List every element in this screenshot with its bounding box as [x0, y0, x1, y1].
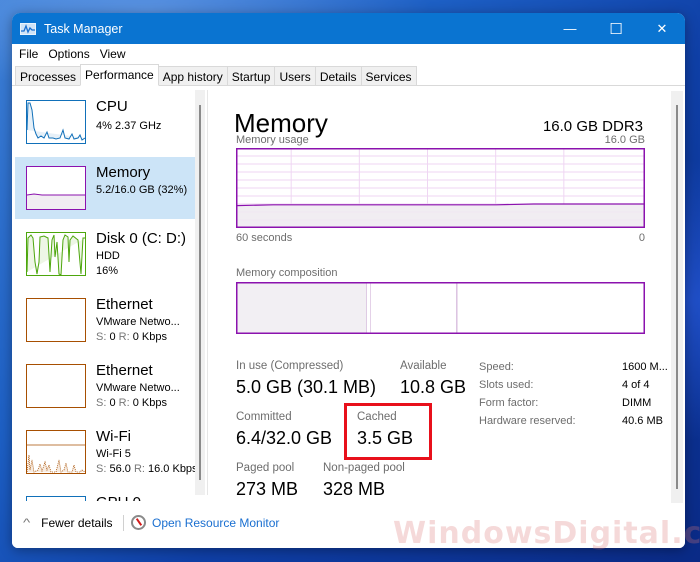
task-manager-window: Task Manager — ☐ ✕ File Options View Pro…	[12, 13, 685, 548]
non-paged-pool-value: 328 MB	[323, 479, 386, 499]
cpu-mini-graph	[26, 100, 86, 144]
sidebar-item-disk[interactable]: Disk 0 (C: D:) HDD 16%	[15, 223, 196, 285]
main-scrollbar-thumb[interactable]	[676, 105, 678, 489]
menu-file[interactable]: File	[16, 47, 45, 61]
sidebar-wifi-throughput: S: 56.0 R: 16.0 Kbps	[96, 463, 198, 475]
open-resource-monitor-label: Open Resource Monitor	[152, 515, 280, 530]
chevron-up-icon: ^	[22, 517, 31, 529]
sidebar-item-cpu[interactable]: CPU 4% 2.37 GHz	[15, 91, 196, 153]
tab-performance[interactable]: Performance	[80, 64, 159, 86]
memory-mini-graph	[26, 166, 86, 210]
wifi-mini-graph	[26, 430, 86, 474]
sidebar-disk-type: HDD	[96, 250, 120, 262]
sidebar-ethernet-2-adapter: VMware Netwo...	[96, 382, 180, 394]
sidebar-item-gpu[interactable]: GPU 0	[15, 487, 196, 501]
usage-area	[236, 204, 645, 228]
memory-details-panel: Memory 16.0 GB DDR3 Memory usage 16.0 GB…	[217, 86, 668, 501]
close-button[interactable]: ✕	[639, 13, 685, 44]
menu-options[interactable]: Options	[45, 47, 96, 61]
sidebar-ethernet-1-adapter: VMware Netwo...	[96, 316, 180, 328]
sidebar-disk-title: Disk 0 (C: D:)	[96, 230, 186, 247]
sidebar-item-ethernet-2[interactable]: Ethernet VMware Netwo... S: 0 R: 0 Kbps	[15, 355, 196, 417]
memory-usage-label: Memory usage	[236, 134, 309, 146]
resource-monitor-icon	[131, 515, 146, 530]
composition-in-use-segment	[236, 282, 367, 334]
sidebar-scrollbar-thumb[interactable]	[199, 105, 201, 480]
hardware-reserved-value: 40.6 MB	[622, 415, 663, 427]
time-axis-right-label: 0	[638, 232, 645, 244]
tab-strip: Processes Performance App history Startu…	[12, 64, 685, 86]
disk-mini-graph	[26, 232, 86, 276]
watermark: WindowsDigital.com	[393, 516, 700, 551]
sidebar-ethernet-1-title: Ethernet	[96, 296, 153, 313]
menu-bar: File Options View	[12, 44, 685, 64]
close-icon: ✕	[656, 20, 668, 36]
task-manager-app-icon	[20, 22, 36, 35]
time-axis-left-label: 60 seconds	[236, 232, 293, 244]
open-resource-monitor-link[interactable]: Open Resource Monitor	[131, 515, 279, 530]
sidebar-memory-usage: 5.2/16.0 GB (32%)	[96, 184, 188, 196]
sidebar-scrollbar[interactable]	[195, 90, 205, 495]
committed-label: Committed	[236, 411, 292, 423]
sidebar-cpu-usage: 4% 2.37 GHz	[96, 120, 162, 132]
ethernet-1-mini-graph	[26, 298, 86, 342]
memory-spec: 16.0 GB DDR3	[542, 118, 643, 135]
available-value: 10.8 GB	[400, 377, 467, 397]
speed-label: Speed:	[479, 361, 514, 373]
sidebar-wifi-title: Wi-Fi	[96, 428, 131, 445]
title-bar: Task Manager — ☐ ✕	[12, 13, 685, 44]
in-use-value: 5.0 GB (30.1 MB)	[236, 377, 377, 397]
footer-separator	[123, 515, 124, 531]
sidebar-disk-usage: 16%	[96, 265, 119, 277]
maximize-icon: ☐	[609, 20, 623, 38]
tab-processes[interactable]: Processes	[15, 66, 82, 85]
sidebar-cpu-title: CPU	[96, 98, 128, 115]
tab-users[interactable]: Users	[274, 66, 316, 85]
available-label: Available	[400, 360, 447, 372]
panel-divider	[207, 90, 208, 495]
sidebar-gpu-title: GPU 0	[96, 494, 141, 501]
form-factor-value: DIMM	[622, 397, 652, 409]
fewer-details-button[interactable]: ^ Fewer details	[22, 516, 113, 530]
memory-usage-graph	[236, 148, 645, 228]
maximize-button[interactable]: ☐	[593, 13, 639, 44]
tab-details[interactable]: Details	[314, 66, 362, 85]
window-title: Task Manager	[44, 21, 123, 36]
form-factor-label: Form factor:	[479, 397, 539, 409]
cached-highlight-annotation	[344, 403, 432, 460]
minimize-icon: —	[563, 21, 577, 36]
sidebar-item-wifi[interactable]: Wi-Fi Wi-Fi 5 S: 56.0 R: 16.0 Kbps	[15, 421, 198, 483]
ethernet-2-mini-graph	[26, 364, 86, 408]
slots-used-label: Slots used:	[479, 379, 534, 391]
speed-value: 1600 M...	[622, 361, 668, 373]
sidebar-item-memory[interactable]: Memory 5.2/16.0 GB (32%)	[15, 157, 196, 219]
committed-value: 6.4/32.0 GB	[236, 428, 333, 448]
non-paged-pool-label: Non-paged pool	[323, 462, 405, 474]
resource-sidebar: CPU 4% 2.37 GHz Memory 5.2/16.0 GB (32%)	[15, 90, 200, 501]
slots-used-value: 4 of 4	[622, 379, 650, 391]
sidebar-memory-title: Memory	[96, 164, 151, 181]
sidebar-ethernet-2-throughput: S: 0 R: 0 Kbps	[96, 397, 167, 409]
memory-usage-max: 16.0 GB	[604, 134, 645, 146]
composition-modified-segment	[366, 282, 371, 334]
menu-view[interactable]: View	[97, 47, 133, 61]
sidebar-ethernet-1-throughput: S: 0 R: 0 Kbps	[96, 331, 167, 343]
paged-pool-value: 273 MB	[236, 479, 299, 499]
gpu-mini-graph	[26, 496, 86, 501]
tab-app-history[interactable]: App history	[157, 66, 228, 85]
sidebar-wifi-adapter: Wi-Fi 5	[96, 448, 131, 460]
composition-standby-segment	[370, 282, 457, 334]
hardware-reserved-label: Hardware reserved:	[479, 415, 576, 427]
tab-services[interactable]: Services	[360, 66, 417, 85]
tab-startup[interactable]: Startup	[226, 66, 276, 85]
minimize-button[interactable]: —	[547, 13, 593, 44]
sidebar-item-ethernet-1[interactable]: Ethernet VMware Netwo... S: 0 R: 0 Kbps	[15, 289, 196, 351]
in-use-label: In use (Compressed)	[236, 360, 344, 372]
memory-composition-graph	[236, 282, 645, 334]
memory-composition-label: Memory composition	[236, 267, 338, 279]
fewer-details-label: Fewer details	[41, 516, 113, 530]
main-scrollbar[interactable]	[671, 91, 683, 503]
sidebar-ethernet-2-title: Ethernet	[96, 362, 153, 379]
paged-pool-label: Paged pool	[236, 462, 295, 474]
